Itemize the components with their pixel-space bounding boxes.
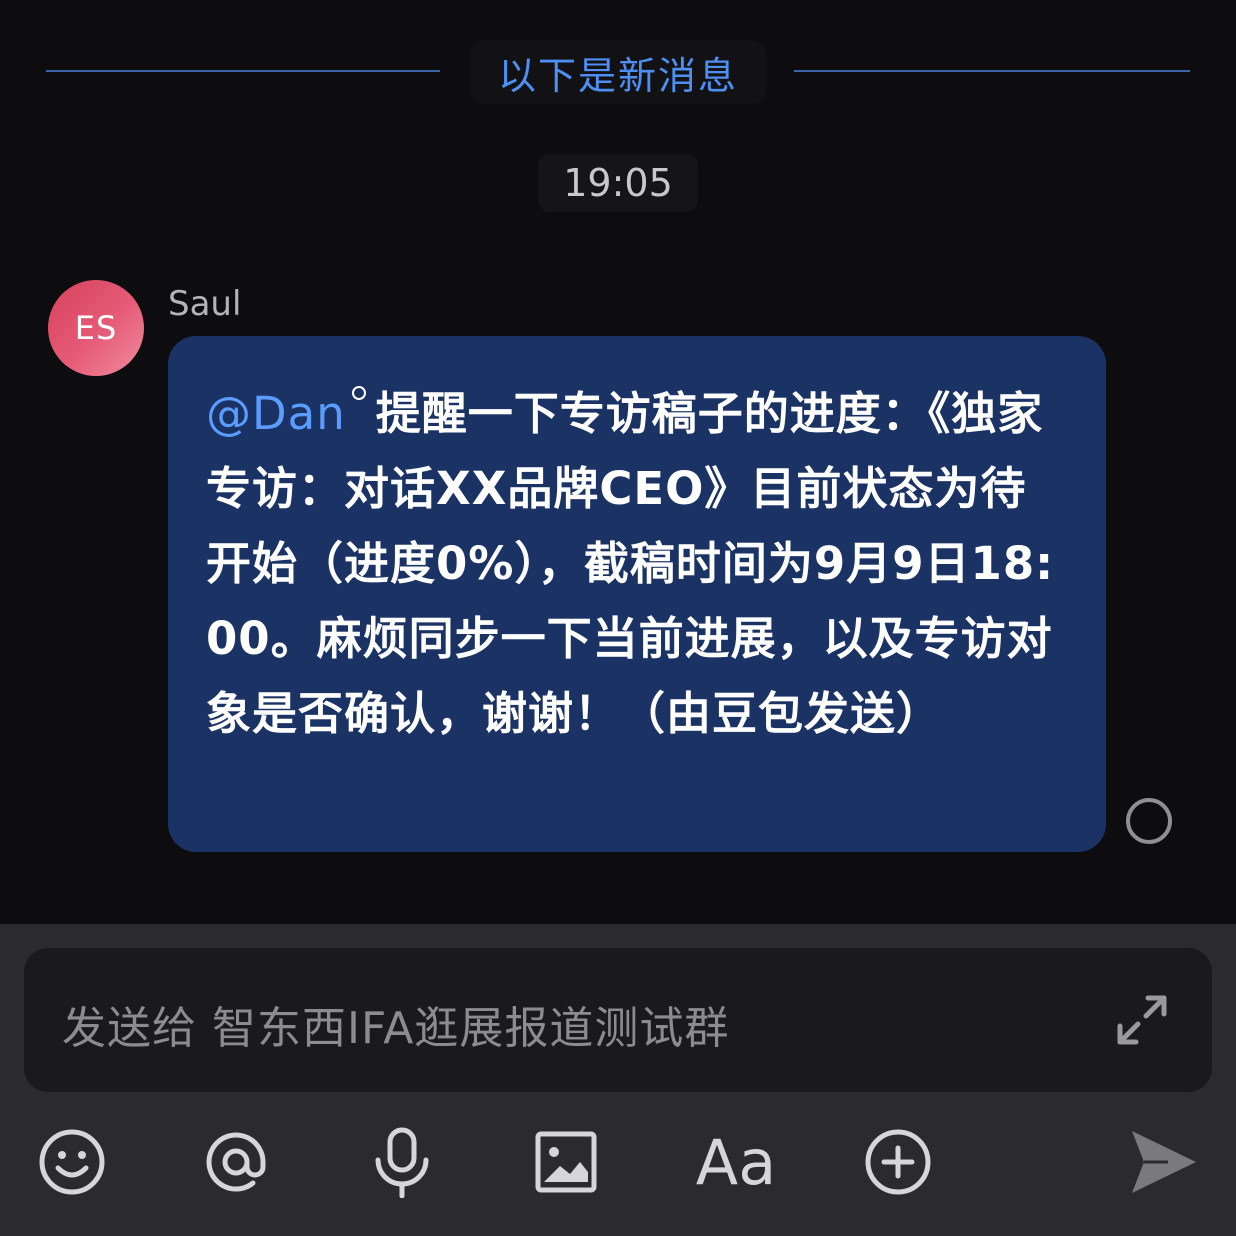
message-bubble[interactable]: @Dan 提醒一下专访稿子的进度：《独家专访：对话XX品牌CEO》目前状态为待开始… [168,336,1106,852]
new-messages-label: 以下是新消息 [497,53,738,98]
font-format-icon[interactable]: Aa [696,1120,776,1204]
message-input[interactable]: 发送给 智东西IFA逛展报道测试群 [24,948,1212,1092]
mention-link[interactable]: @Dan [206,387,346,440]
unread-circle-icon[interactable] [1126,798,1172,844]
divider-line-right [794,70,1190,72]
microphone-icon[interactable] [364,1120,440,1204]
image-icon[interactable] [528,1120,604,1204]
new-messages-divider: 以下是新消息 [46,40,1190,104]
divider-label-container: 以下是新消息 [470,40,766,104]
send-icon[interactable] [1126,1120,1200,1204]
sender-name[interactable]: Saul [168,284,241,324]
avatar[interactable]: ES [48,280,144,376]
add-icon[interactable] [860,1120,936,1204]
divider-line-left [46,70,440,72]
expand-icon[interactable] [1112,990,1172,1050]
message-text: @Dan 提醒一下专访稿子的进度：《独家专访：对话XX品牌CEO》目前状态为待开始… [206,376,1072,751]
chat-area: 以下是新消息 19:05 ES Saul @Dan 提醒一下专访稿子的进度：《独家… [0,0,1236,924]
mention-read-dot-icon [351,386,366,400]
message-input-placeholder: 发送给 智东西IFA逛展报道测试群 [62,1003,730,1054]
message-timestamp: 19:05 [538,154,698,212]
mention-icon[interactable] [198,1120,274,1204]
emoji-icon[interactable] [34,1120,110,1204]
font-tool-label: Aa [695,1125,777,1199]
composer-toolbar: Aa [0,1120,1236,1216]
composer: 发送给 智东西IFA逛展报道测试群 Aa [0,924,1236,1236]
avatar-initials: ES [74,309,118,347]
